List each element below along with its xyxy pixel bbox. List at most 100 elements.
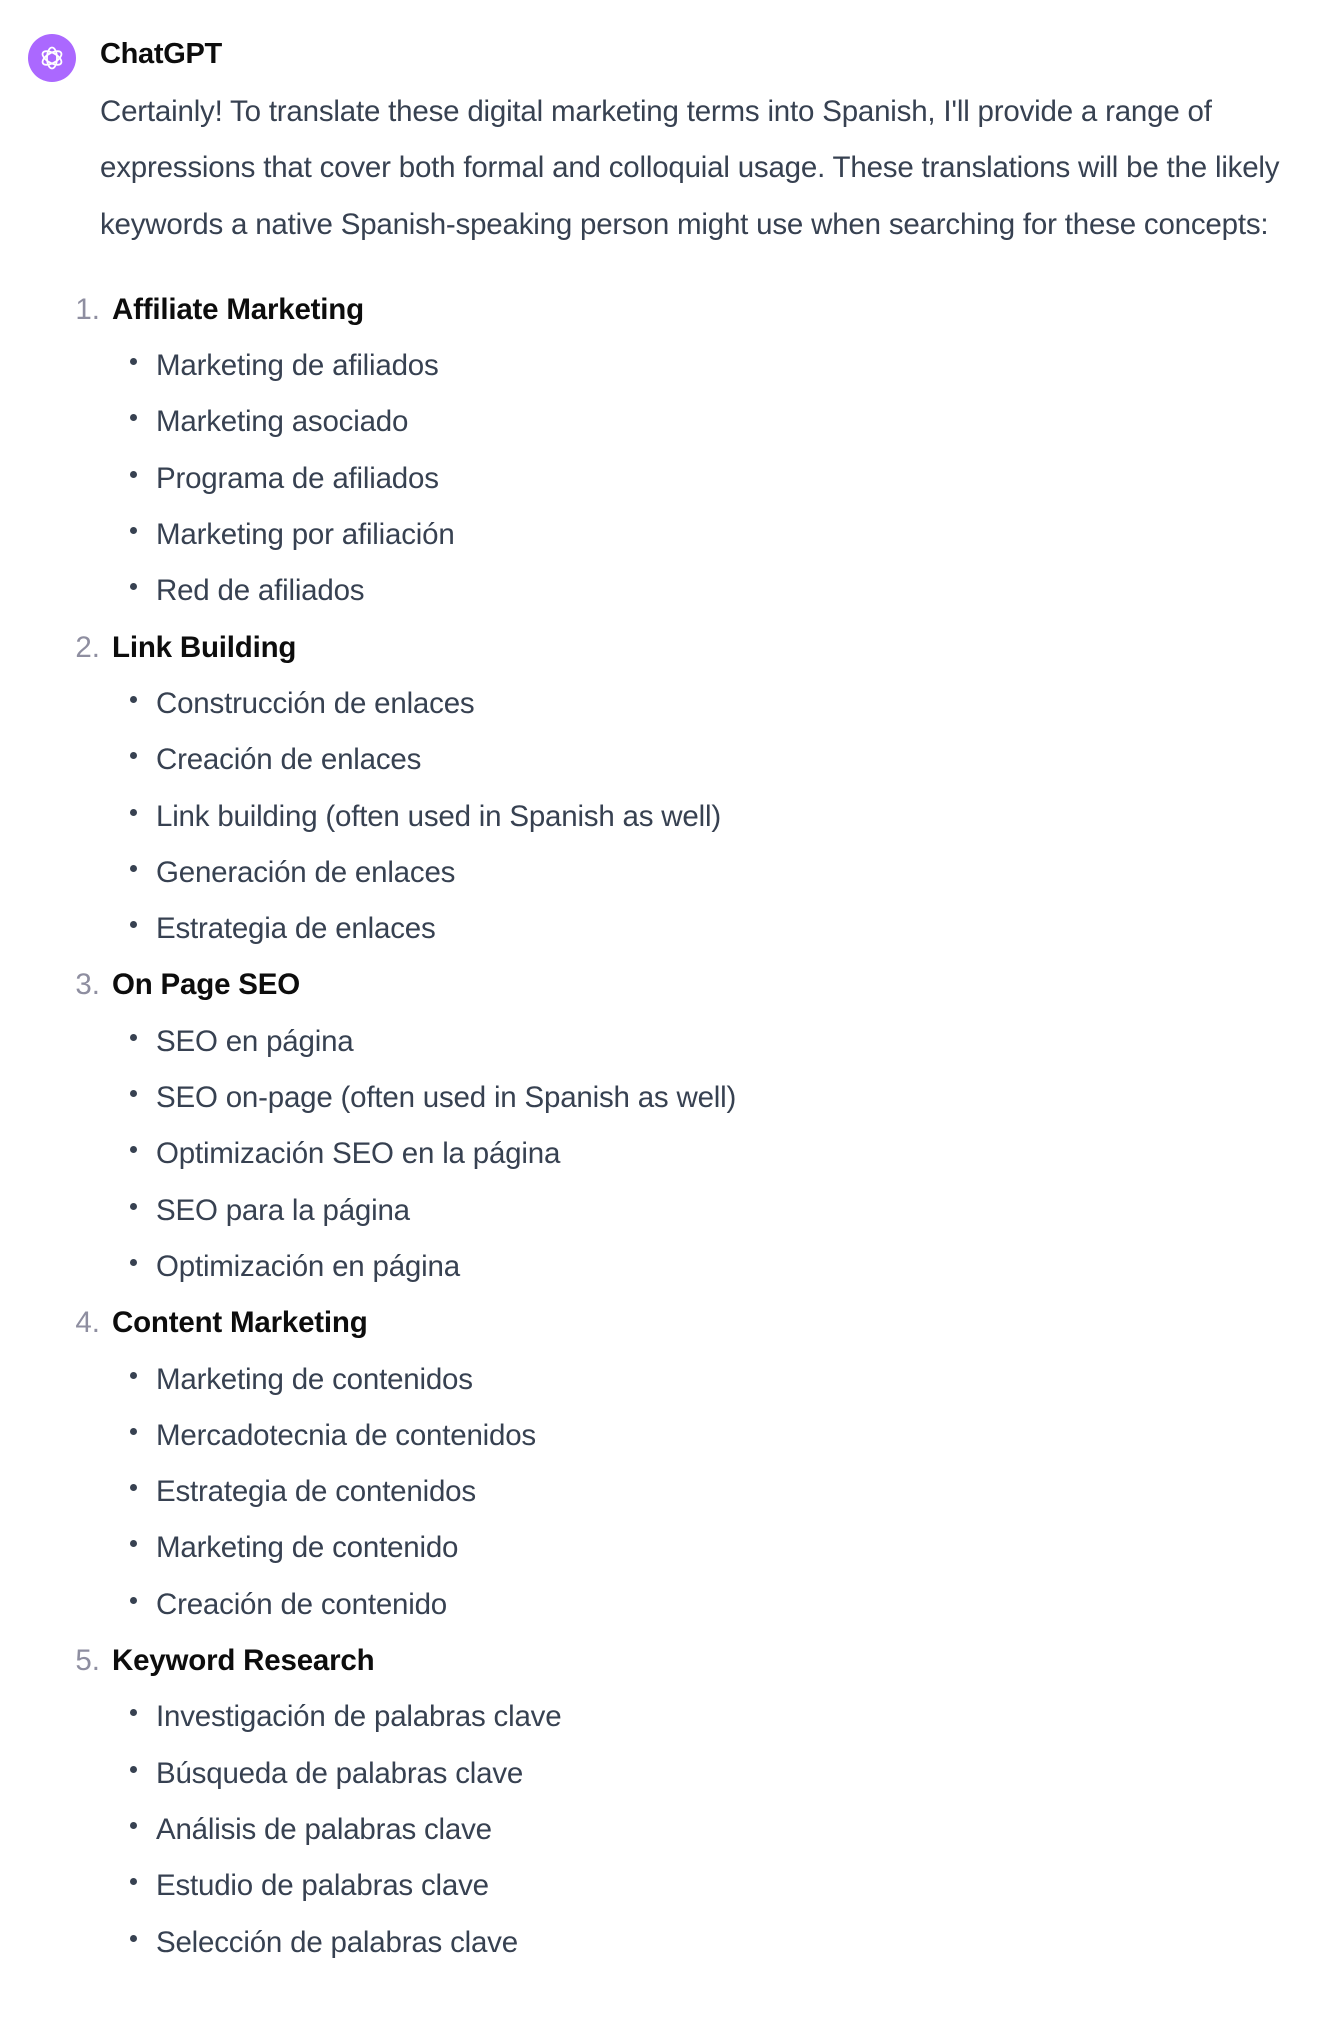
translation-text: SEO on-page (often used in Spanish as we… <box>156 1081 737 1115</box>
translation-text: Mercadotecnia de contenidos <box>156 1418 536 1452</box>
translation-text: Creación de enlaces <box>156 743 422 777</box>
translation-text: Generación de enlaces <box>156 855 456 889</box>
section-title: Link Building <box>112 630 297 664</box>
translation-text: Marketing de contenidos <box>156 1362 473 1396</box>
openai-logo-icon <box>41 46 63 70</box>
translation-item: Marketing de contenidos <box>130 1352 1330 1408</box>
bullet-icon <box>130 1371 137 1379</box>
translation-text: Marketing por afiliación <box>156 518 455 552</box>
translation-item: Selección de palabras clave <box>130 1915 1330 1971</box>
avatar <box>28 34 76 82</box>
bullet-icon <box>130 808 137 816</box>
bullet-icon <box>130 1821 137 1829</box>
translation-item: Red de afiliados <box>130 563 1330 619</box>
bullet-icon <box>130 1258 137 1266</box>
translation-text: SEO para la página <box>156 1193 410 1227</box>
translation-sublist: Marketing de afiliados Marketing asociado… <box>112 338 1330 619</box>
bullet-icon <box>130 1709 137 1717</box>
translation-text: SEO en página <box>156 1024 354 1058</box>
translation-text: Estrategia de contenidos <box>156 1475 476 1509</box>
intro-paragraph: Certainly! To translate these digital ma… <box>100 95 1280 241</box>
translation-item: SEO para la página <box>130 1183 1330 1239</box>
translation-item: Construcción de enlaces <box>130 676 1330 732</box>
section-item: 4. Content Marketing Marketing de contenid… <box>75 1295 1330 1633</box>
translation-item: SEO on-page (often used in Spanish as we… <box>130 1070 1330 1126</box>
translation-item: Investigación de palabras clave <box>130 1689 1330 1745</box>
translation-item: Optimización SEO en la página <box>130 1126 1330 1182</box>
bullet-icon <box>130 1484 137 1492</box>
bullet-icon <box>130 1878 137 1886</box>
translation-text: Red de afiliados <box>156 574 365 608</box>
translation-text: Análisis de palabras clave <box>156 1812 492 1846</box>
translation-item: Programa de afiliados <box>130 451 1330 507</box>
section-item: 5. Keyword Research Investigación de palab… <box>75 1633 1330 1971</box>
bullet-icon <box>130 358 137 366</box>
translation-item: Búsqueda de palabras clave <box>130 1746 1330 1802</box>
translation-item: Análisis de palabras clave <box>130 1802 1330 1858</box>
section-title: Affiliate Marketing <box>112 292 364 326</box>
bullet-icon <box>130 1540 137 1548</box>
translation-text: Estudio de palabras clave <box>156 1869 489 1903</box>
translation-list: 1. Affiliate Marketing Marketing de afilia… <box>75 282 1330 1971</box>
section-item: 2. Link Building Construcción de enlaces Cr… <box>75 620 1330 958</box>
bullet-icon <box>130 1202 137 1210</box>
section-title: On Page SEO <box>112 968 300 1002</box>
translation-text: Optimización SEO en la página <box>156 1137 561 1171</box>
section-item: 3. On Page SEO SEO en página SEO on-page (o… <box>75 957 1330 1295</box>
bullet-icon <box>130 414 137 422</box>
bullet-icon <box>130 1427 137 1435</box>
translation-sublist: Investigación de palabras clave Búsqueda … <box>112 1689 1330 1970</box>
bullet-icon <box>130 470 137 478</box>
section-number: 3. <box>75 968 100 1002</box>
section-number: 2. <box>75 630 100 664</box>
bullet-icon <box>130 1596 137 1604</box>
translation-item: Link building (often used in Spanish as … <box>130 789 1330 845</box>
translation-item: Mercadotecnia de contenidos <box>130 1408 1330 1464</box>
translation-text: Marketing asociado <box>156 405 409 439</box>
translation-text: Estrategia de enlaces <box>156 912 436 946</box>
translation-sublist: Marketing de contenidos Mercadotecnia de … <box>112 1352 1330 1633</box>
section-title: Content Marketing <box>112 1306 368 1340</box>
translation-item: Creación de enlaces <box>130 732 1330 788</box>
section-title: Keyword Research <box>112 1644 375 1678</box>
translation-item: Creación de contenido <box>130 1577 1330 1633</box>
bullet-icon <box>130 1765 137 1773</box>
bullet-icon <box>130 695 137 703</box>
translation-item: Marketing asociado <box>130 394 1330 450</box>
translation-sublist: SEO en página SEO on-page (often used in … <box>112 1014 1330 1295</box>
bullet-icon <box>130 864 137 872</box>
bullet-icon <box>130 921 137 929</box>
bullet-icon <box>130 752 137 760</box>
translation-text: Búsqueda de palabras clave <box>156 1756 524 1790</box>
bullet-icon <box>130 1146 137 1154</box>
bullet-icon <box>130 1033 137 1041</box>
translation-item: Estrategia de enlaces <box>130 901 1330 957</box>
message-body: Certainly! To translate these digital ma… <box>75 84 1330 1971</box>
translation-text: Marketing de contenido <box>156 1531 459 1565</box>
translation-sublist: Construcción de enlaces Creación de enlac… <box>112 676 1330 957</box>
bullet-icon <box>130 1090 137 1098</box>
sender-name: ChatGPT <box>100 38 222 70</box>
translation-item: Estrategia de contenidos <box>130 1464 1330 1520</box>
translation-item: Generación de enlaces <box>130 845 1330 901</box>
section-number: 5. <box>75 1644 100 1678</box>
translation-item: Optimización en página <box>130 1239 1330 1295</box>
section-number: 4. <box>75 1306 100 1340</box>
translation-text: Link building (often used in Spanish as … <box>156 799 721 833</box>
translation-text: Creación de contenido <box>156 1587 448 1621</box>
translation-item: SEO en página <box>130 1014 1330 1070</box>
bullet-icon <box>130 583 137 591</box>
bullet-icon <box>130 527 137 535</box>
translation-item: Marketing de afiliados <box>130 338 1330 394</box>
translation-text: Selección de palabras clave <box>156 1925 518 1959</box>
translation-text: Construcción de enlaces <box>156 686 475 720</box>
translation-text: Marketing de afiliados <box>156 349 439 383</box>
translation-text: Investigación de palabras clave <box>156 1700 562 1734</box>
translation-item: Estudio de palabras clave <box>130 1858 1330 1914</box>
section-number: 1. <box>75 292 100 326</box>
section-item: 1. Affiliate Marketing Marketing de afilia… <box>75 282 1330 620</box>
translation-text: Programa de afiliados <box>156 461 439 495</box>
translation-text: Optimización en página <box>156 1249 460 1283</box>
translation-item: Marketing por afiliación <box>130 507 1330 563</box>
bullet-icon <box>130 1934 137 1942</box>
